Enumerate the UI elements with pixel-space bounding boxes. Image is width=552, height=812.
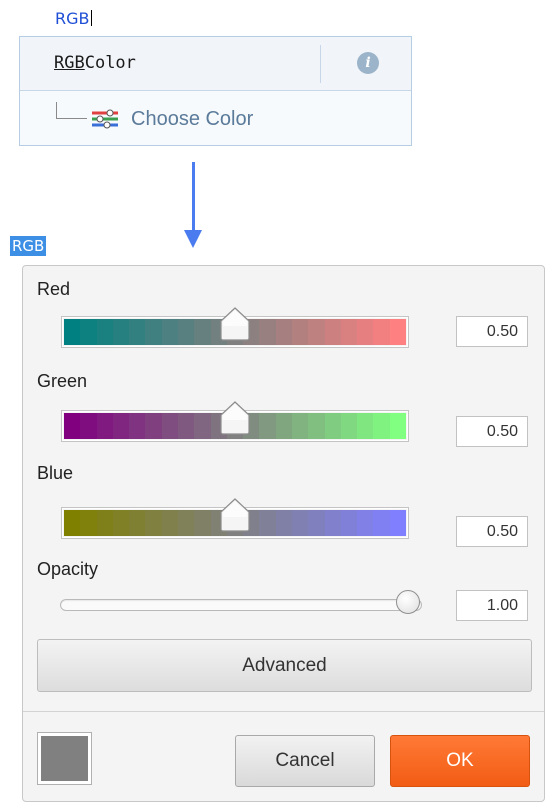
- info-icon[interactable]: i: [357, 52, 379, 74]
- gradient-cell: [145, 510, 162, 536]
- gradient-cell: [357, 510, 374, 536]
- color-preview-swatch: [37, 732, 92, 785]
- opacity-slider[interactable]: [60, 599, 422, 611]
- blue-label: Blue: [37, 463, 74, 483]
- color-sliders-icon: [92, 109, 118, 129]
- advanced-button[interactable]: Advanced: [37, 639, 532, 692]
- color-dialog: Red 0.50 Green 0.50 Blue 0.50 Opacity 1.…: [22, 265, 545, 802]
- red-value-field[interactable]: 0.50: [456, 316, 528, 347]
- autocomplete-item-name: RGBColor: [54, 53, 136, 73]
- choose-color-label: Choose Color: [131, 108, 254, 130]
- gradient-cell: [373, 510, 390, 536]
- gradient-cell: [112, 319, 130, 345]
- gradient-cell: [373, 319, 390, 345]
- gradient-cell: [129, 413, 146, 439]
- gradient-cell: [145, 413, 162, 439]
- gradient-cell: [389, 413, 406, 439]
- gradient-cell: [340, 319, 358, 345]
- typed-text: RGB: [55, 9, 90, 28]
- gradient-cell: [357, 319, 374, 345]
- divider: [23, 711, 544, 712]
- gradient-cell: [96, 510, 113, 536]
- gradient-cell: [308, 510, 325, 536]
- gradient-cell: [291, 510, 309, 536]
- gradient-cell: [64, 413, 81, 439]
- gradient-cell: [308, 413, 325, 439]
- green-label: Green: [37, 371, 88, 391]
- tree-connector: [56, 102, 87, 119]
- opacity-label: Opacity: [37, 559, 99, 579]
- gradient-cell: [194, 413, 211, 439]
- cancel-button[interactable]: Cancel: [235, 735, 375, 787]
- gradient-cell: [324, 319, 341, 345]
- gradient-cell: [340, 510, 358, 536]
- ok-button[interactable]: OK: [390, 735, 530, 787]
- opacity-value-field[interactable]: 1.00: [456, 590, 528, 621]
- preview-fill: [41, 736, 88, 781]
- gradient-cell: [161, 319, 178, 345]
- gradient-cell: [64, 510, 81, 536]
- gradient-cell: [161, 413, 178, 439]
- gradient-cell: [80, 510, 97, 536]
- item-name-rest: Color: [84, 53, 136, 73]
- gradient-cell: [161, 510, 178, 536]
- red-label: Red: [37, 279, 71, 299]
- gradient-cell: [80, 413, 97, 439]
- gradient-cell: [291, 413, 309, 439]
- gradient-cell: [291, 319, 309, 345]
- opacity-slider-thumb[interactable]: [396, 590, 420, 614]
- gradient-cell: [80, 319, 97, 345]
- gradient-cell: [389, 510, 406, 536]
- gradient-cell: [129, 510, 146, 536]
- gradient-cell: [64, 319, 81, 345]
- gradient-cell: [259, 413, 276, 439]
- gradient-cell: [324, 413, 341, 439]
- green-value-field[interactable]: 0.50: [456, 416, 528, 447]
- gradient-cell: [324, 510, 341, 536]
- gradient-cell: [389, 319, 406, 345]
- autocomplete-item-rgbcolor[interactable]: RGBColor i: [20, 37, 411, 91]
- matched-prefix: RGB: [54, 53, 85, 73]
- gradient-cell: [308, 319, 325, 345]
- gradient-cell: [112, 413, 130, 439]
- blue-value-field[interactable]: 0.50: [456, 516, 528, 547]
- gradient-cell: [275, 510, 292, 536]
- gradient-cell: [96, 319, 113, 345]
- autocomplete-popup: RGBColor i Choose Color: [19, 36, 412, 146]
- selected-rgb-text: RGB: [10, 236, 47, 256]
- gradient-cell: [373, 413, 390, 439]
- gradient-cell: [259, 510, 276, 536]
- text-caret: [90, 10, 92, 26]
- gradient-cell: [194, 510, 211, 536]
- gradient-cell: [177, 319, 195, 345]
- gradient-cell: [129, 319, 146, 345]
- gradient-cell: [259, 319, 276, 345]
- gradient-cell: [112, 510, 130, 536]
- gradient-cell: [177, 510, 195, 536]
- gradient-cell: [96, 413, 113, 439]
- gradient-cell: [177, 413, 195, 439]
- gradient-cell: [194, 319, 211, 345]
- gradient-cell: [340, 413, 358, 439]
- typed-query[interactable]: RGB: [55, 9, 92, 28]
- gradient-cell: [275, 413, 292, 439]
- gradient-cell: [357, 413, 374, 439]
- autocomplete-subitem-choose-color[interactable]: Choose Color: [20, 90, 411, 145]
- gradient-cell: [145, 319, 162, 345]
- gradient-cell: [275, 319, 292, 345]
- down-arrow-icon: [184, 230, 202, 248]
- divider: [320, 45, 321, 83]
- transition-arrow: [192, 162, 195, 232]
